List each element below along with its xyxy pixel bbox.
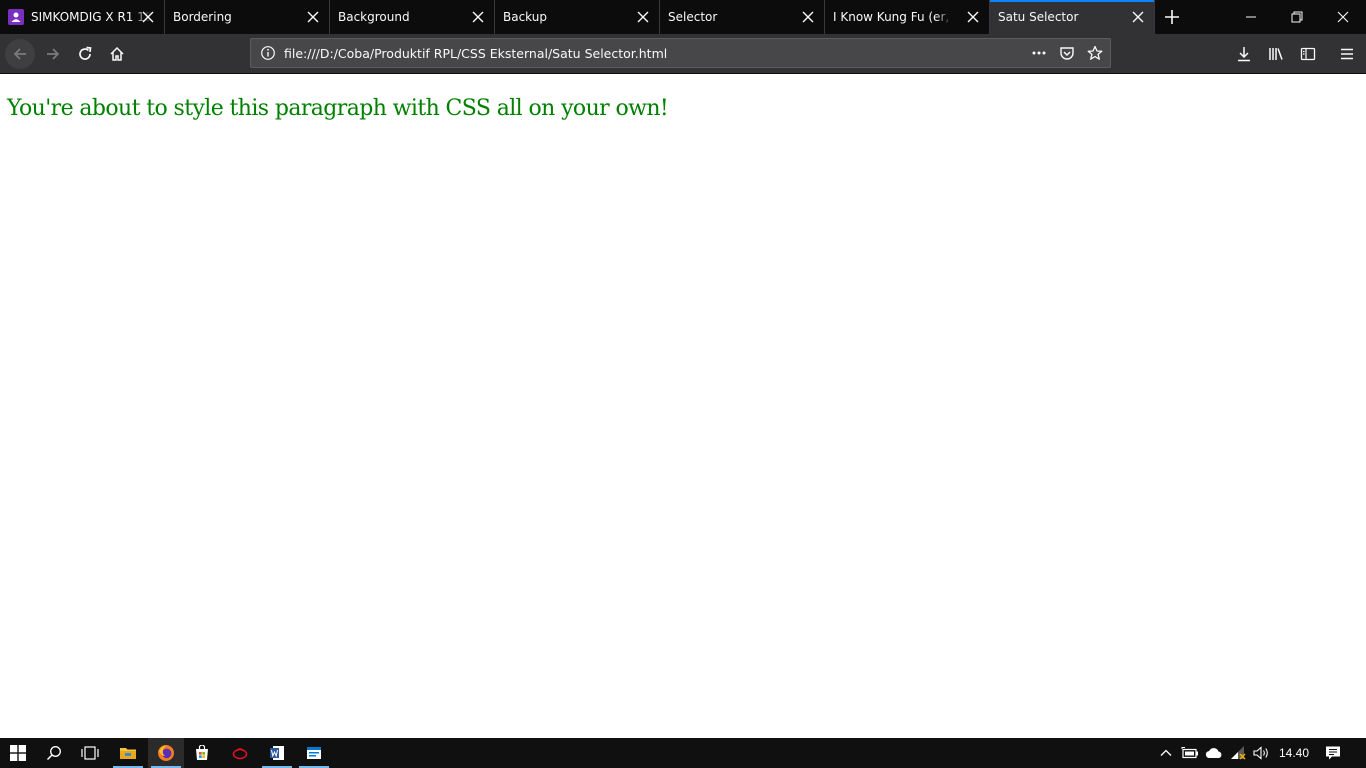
tab-label: Bordering [173,10,232,24]
notification-icon [1326,746,1340,760]
close-tab-icon[interactable] [637,11,649,23]
green-paragraph: You're about to style this paragraph wit… [7,96,669,121]
pocket-icon[interactable] [1059,45,1075,61]
tab-selector[interactable]: Selector [660,0,825,34]
download-icon [1238,47,1250,62]
battery-icon [1181,747,1198,759]
tab-strip: SIMKOMDIG X R1 18 Bordering Background B… [0,0,1366,34]
sidebar-icon [1300,47,1316,61]
tab-bordering[interactable]: Bordering [165,0,330,34]
tab-simkomdig[interactable]: SIMKOMDIG X R1 18 [0,0,165,34]
navigation-toolbar: file:///D:/Coba/Produktif RPL/CSS Ekster… [0,34,1366,74]
sidebar-toggle-button[interactable] [1293,39,1323,69]
tab-label: I Know Kung Fu (er, CSS [833,10,953,24]
chevron-up-icon [1160,749,1172,756]
file-explorer-icon [120,748,136,759]
network-indicator[interactable] [1227,738,1249,768]
taskbar-window-app[interactable] [296,738,332,768]
classroom-icon [8,9,24,25]
minimize-button[interactable] [1228,0,1274,34]
app-icon [232,748,248,760]
taskbar-app[interactable] [222,738,258,768]
close-tab-icon[interactable] [802,11,814,23]
home-icon [110,46,124,61]
taskbar-firefox[interactable] [148,738,184,768]
hamburger-menu-icon [1341,48,1353,60]
home-button[interactable] [102,39,132,69]
address-bar[interactable]: file:///D:/Coba/Produktif RPL/CSS Ekster… [250,38,1111,68]
bookmark-star-icon[interactable] [1087,45,1103,61]
start-button[interactable] [0,738,36,768]
tab-background[interactable]: Background [330,0,495,34]
tab-label: Backup [503,10,547,24]
windows-logo-icon [10,745,26,761]
info-icon[interactable] [260,45,276,61]
close-tab-icon[interactable] [307,11,319,23]
restore-icon [1291,11,1303,23]
close-icon [1337,11,1349,23]
store-icon [196,745,208,760]
taskbar-word[interactable] [259,738,295,768]
forward-arrow-icon [47,48,60,60]
tab-label: Satu Selector [998,10,1079,24]
task-view-button[interactable] [72,738,108,768]
menu-button[interactable] [1332,39,1362,69]
url-text[interactable]: file:///D:/Coba/Produktif RPL/CSS Ekster… [284,46,667,61]
reload-button[interactable] [70,39,100,69]
close-tab-icon[interactable] [967,11,979,23]
forward-button[interactable] [38,39,68,69]
downloads-button[interactable] [1229,39,1259,69]
page-content: You're about to style this paragraph wit… [0,74,1366,738]
search-icon [46,746,61,761]
new-tab-button[interactable] [1155,0,1189,34]
tab-label: Selector [668,10,718,24]
library-icon [1269,48,1283,60]
taskbar-store[interactable] [184,738,220,768]
speaker-icon [1253,746,1268,760]
word-icon [270,746,284,760]
close-window-button[interactable] [1320,0,1366,34]
cloud-icon [1205,748,1222,759]
close-tab-icon[interactable] [1132,11,1144,23]
plus-icon [1165,10,1179,24]
tab-label: Background [338,10,410,24]
clock[interactable]: 14.40 [1274,738,1314,768]
back-arrow-icon [13,48,26,60]
close-tab-icon[interactable] [142,11,154,23]
tab-label: SIMKOMDIG X R1 18 [31,10,151,24]
back-button[interactable] [5,39,35,69]
task-view-icon [81,746,99,760]
restore-button[interactable] [1274,0,1320,34]
taskbar: 14.40 [0,738,1366,768]
action-center-button[interactable] [1320,738,1346,768]
library-button[interactable] [1261,39,1291,69]
wifi-icon [1231,746,1246,760]
minimize-icon [1246,16,1256,18]
tab-kung-fu[interactable]: I Know Kung Fu (er, CSS [825,0,990,34]
page-actions-icon[interactable] [1031,45,1047,61]
onedrive-indicator[interactable] [1203,738,1225,768]
show-hidden-icons-button[interactable] [1155,738,1177,768]
reload-icon [79,46,92,60]
volume-indicator[interactable] [1251,738,1273,768]
taskbar-file-explorer[interactable] [110,738,146,768]
battery-indicator[interactable] [1179,738,1201,768]
firefox-icon [158,745,174,761]
search-button[interactable] [36,738,72,768]
window-controls [1228,0,1366,34]
tab-backup[interactable]: Backup [495,0,660,34]
window-app-icon [307,747,321,759]
tab-satu-selector[interactable]: Satu Selector [990,0,1155,34]
close-tab-icon[interactable] [472,11,484,23]
